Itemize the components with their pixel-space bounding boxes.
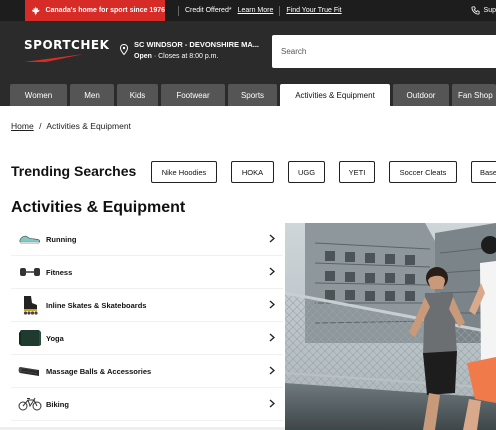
section-title: Activities & Equipment — [11, 199, 186, 216]
breadcrumb-home-link[interactable]: Home — [11, 121, 34, 131]
category-label: Inline Skates & Skateboards — [46, 300, 147, 310]
category-item-running[interactable]: Running — [11, 223, 283, 256]
category-item-fitness[interactable]: Fitness — [11, 256, 283, 289]
nav-tab-kids[interactable]: Kids — [117, 84, 158, 106]
location-pin-icon — [120, 44, 128, 55]
phone-icon — [471, 6, 480, 15]
breadcrumb-separator: / — [39, 121, 42, 131]
category-item-yoga[interactable]: Yoga — [11, 322, 283, 355]
category-item-massage-balls[interactable]: Massage Balls & Accessories — [11, 355, 283, 388]
breadcrumb: Home / Activities & Equipment — [11, 121, 131, 131]
bicycle-icon — [18, 394, 42, 414]
promo-bar: Canada's home for sport since 1976 Credi… — [0, 0, 496, 21]
nav-tab-sports[interactable]: Sports — [228, 84, 277, 106]
divider — [279, 5, 281, 16]
store-closing-time: · Closes at 8:00 p.m. — [153, 53, 219, 60]
credit-text: Credit Offered* — [185, 7, 232, 14]
shoe-icon — [18, 229, 42, 249]
chevron-right-icon — [269, 399, 275, 408]
trending-chip-nike-hoodies[interactable]: Nike Hoodies — [151, 161, 217, 183]
promo-text: Canada's home for sport since 1976 — [45, 7, 165, 14]
category-label: Running — [46, 234, 77, 244]
nav-tab-footwear[interactable]: Footwear — [161, 84, 225, 106]
search-input[interactable] — [281, 47, 481, 56]
trending-chip-soccer-cleats[interactable]: Soccer Cleats — [389, 161, 457, 183]
site-header: SPORTCHEK SC WINDSOR - DEVONSHIRE MA... … — [0, 21, 496, 82]
store-hours: Open · Closes at 8:00 p.m. — [134, 53, 259, 60]
promo-links: Credit Offered* Learn More Find Your Tru… — [178, 0, 342, 21]
chevron-right-icon — [269, 267, 275, 276]
dumbbell-icon — [18, 262, 42, 282]
category-label: Fitness — [46, 267, 73, 277]
nav-tab-activities-equipment[interactable]: Activities & Equipment — [280, 84, 390, 106]
nav-tab-outdoor[interactable]: Outdoor — [393, 84, 449, 106]
learn-more-link[interactable]: Learn More — [238, 7, 274, 14]
trending-chip-ugg[interactable]: UGG — [288, 161, 325, 183]
store-name: SC WINDSOR - DEVONSHIRE MA... — [134, 40, 260, 49]
nav-tab-men[interactable]: Men — [70, 84, 114, 106]
nav-tab-women[interactable]: Women — [10, 84, 67, 106]
category-label: Yoga — [46, 333, 64, 343]
chevron-right-icon — [269, 333, 275, 342]
main-nav: Women Men Kids Footwear Sports Activitie… — [0, 82, 496, 106]
promo-banner[interactable]: Canada's home for sport since 1976 — [25, 0, 165, 21]
category-list: Running Fitness Inline Skates & Skateboa… — [11, 223, 283, 421]
store-selector[interactable]: SC WINDSOR - DEVONSHIRE MA... Open · Clo… — [120, 40, 259, 60]
category-item-biking[interactable]: Biking — [11, 388, 283, 421]
sportchek-logo[interactable]: SPORTCHEK — [24, 38, 110, 68]
chevron-right-icon — [269, 234, 275, 243]
category-label: Massage Balls & Accessories — [46, 366, 152, 376]
category-item-inline-skates[interactable]: Inline Skates & Skateboards — [11, 289, 283, 322]
support-link[interactable]: Sup — [471, 0, 496, 21]
trending-searches-title: Trending Searches — [11, 163, 137, 179]
true-fit-link[interactable]: Find Your True Fit — [286, 7, 341, 14]
chevron-right-icon — [269, 366, 275, 375]
trending-chip-base[interactable]: Base — [471, 161, 496, 183]
nav-tab-fan-shop[interactable]: Fan Shop — [452, 84, 496, 106]
yoga-mat-icon — [18, 328, 42, 348]
store-status: Open — [134, 53, 152, 60]
logo-wordmark: SPORTCHEK — [24, 38, 110, 52]
support-label: Sup — [483, 7, 496, 14]
trending-chip-hoka[interactable]: HOKA — [231, 161, 274, 183]
hero-image-runners — [285, 223, 496, 430]
inline-skate-icon — [18, 295, 42, 315]
breadcrumb-current: Activities & Equipment — [46, 121, 131, 131]
foam-roller-icon — [18, 361, 42, 381]
trending-chip-yeti[interactable]: YETI — [339, 161, 375, 183]
divider — [178, 5, 179, 16]
chevron-right-icon — [269, 300, 275, 309]
maple-leaf-icon — [31, 6, 40, 15]
search-box[interactable] — [272, 35, 496, 68]
logo-swoosh-icon — [24, 54, 84, 62]
category-label: Biking — [46, 399, 69, 409]
